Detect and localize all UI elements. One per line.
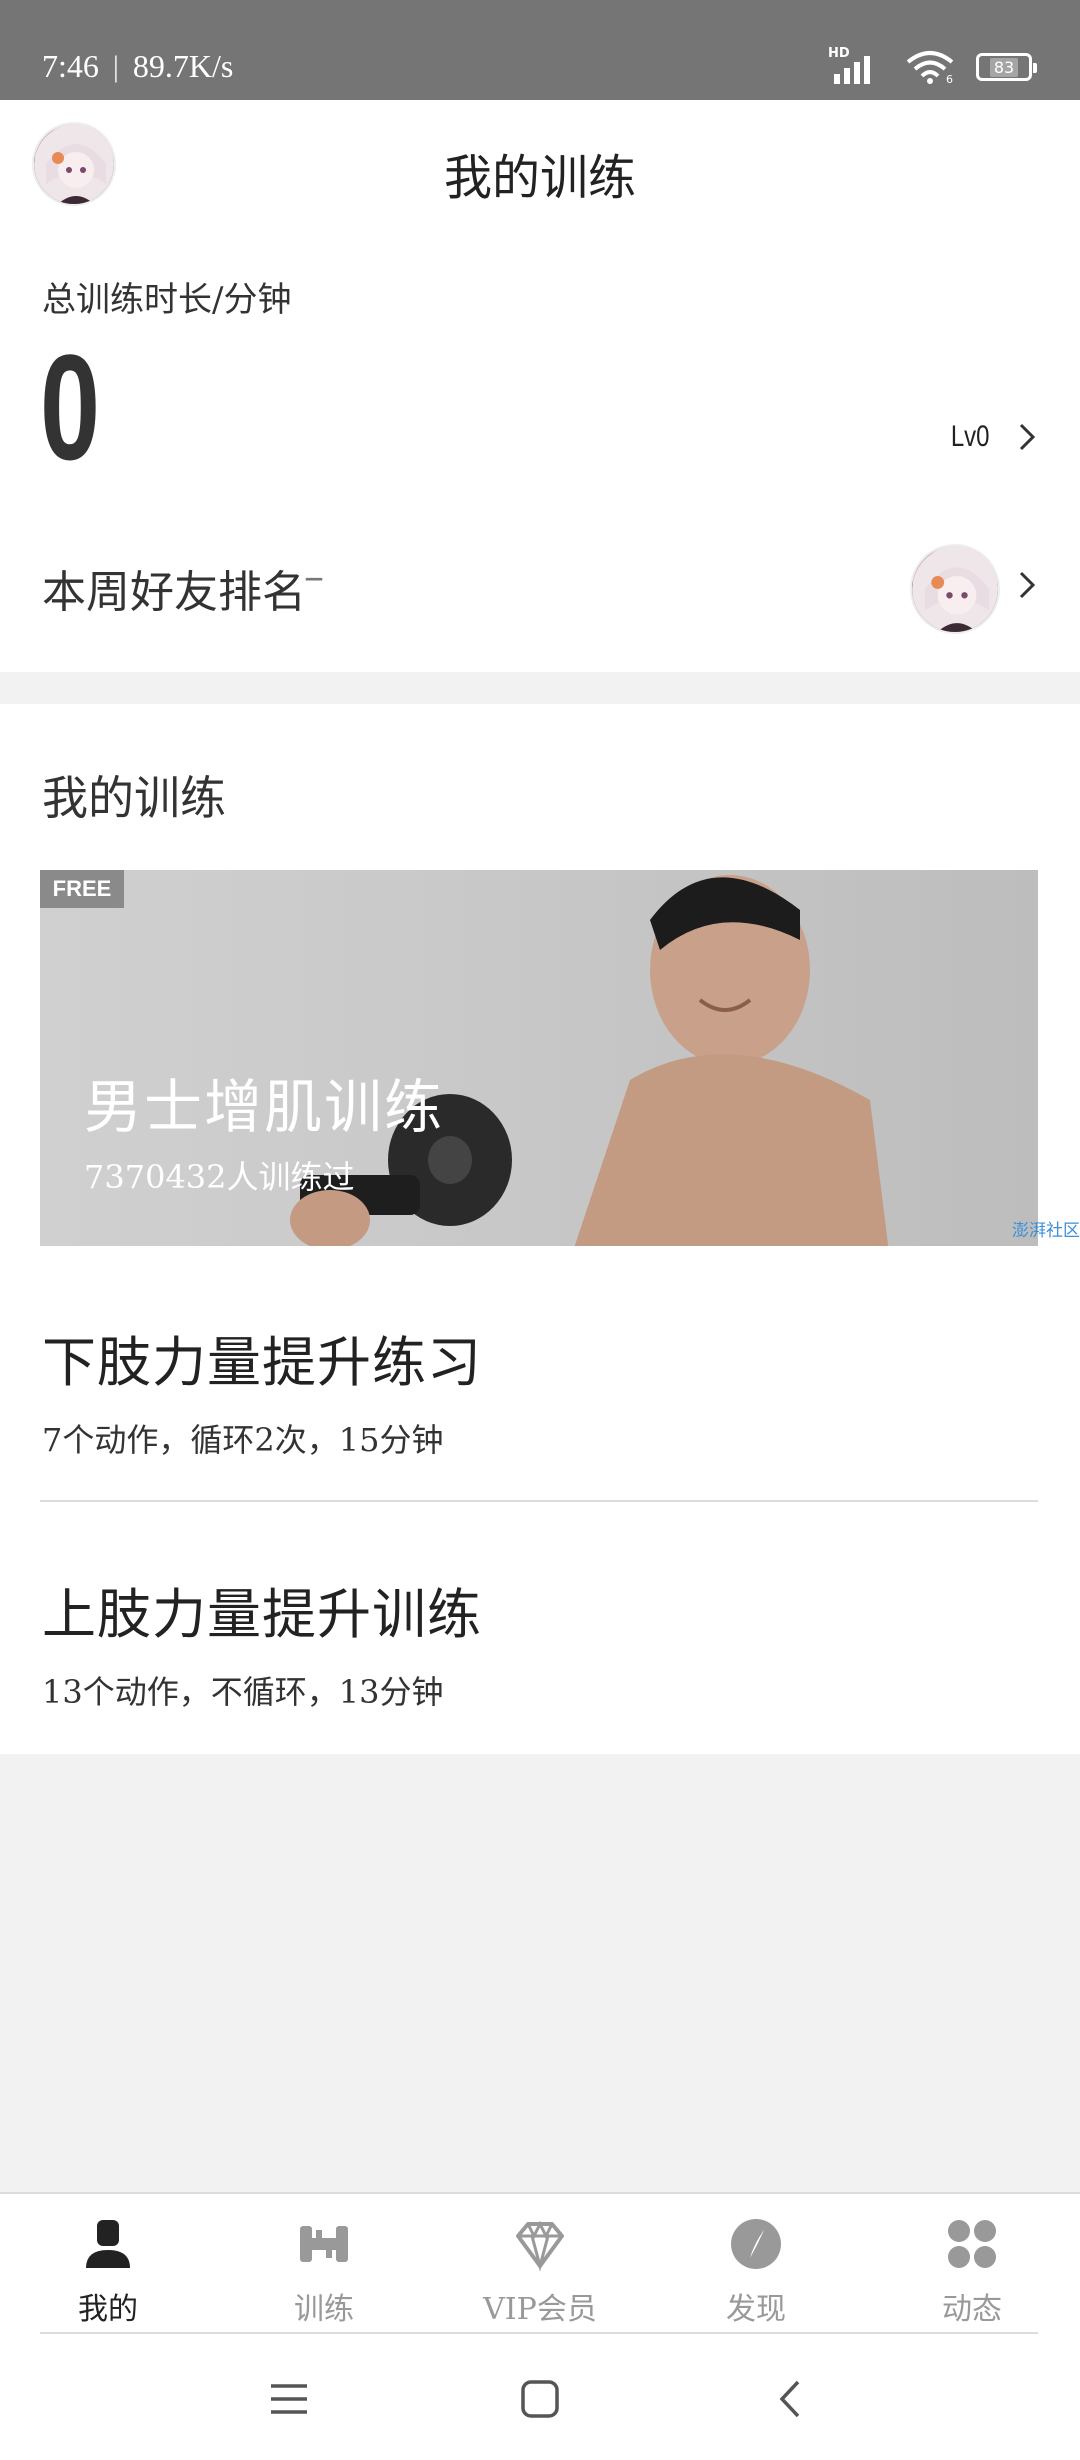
program-detail: 7个动作，循环2次，15分钟 bbox=[42, 1421, 444, 1459]
bottom-nav: 我的 训练 VIP会员 发现 动态 bbox=[0, 2192, 1080, 2334]
status-bar: 7:46 | 89.7K/s HD 6 83 bbox=[0, 0, 1080, 100]
program-title: 上肢力量提升训练 bbox=[42, 1583, 482, 1646]
nav-label: 发现 bbox=[726, 2292, 786, 2327]
my-training-section: 我的训练 FREE 男士增肌训练 7370432人训练过 澎湃社区 下肢力量提升… bbox=[0, 704, 1080, 1754]
nav-item-training[interactable]: 训练 bbox=[254, 2216, 394, 2328]
chevron-right-icon bbox=[1019, 423, 1036, 451]
featured-training-banner[interactable]: FREE 男士增肌训练 7370432人训练过 bbox=[40, 870, 1038, 1246]
battery-icon: 83 bbox=[976, 53, 1037, 81]
dumbbell-icon bbox=[300, 2226, 348, 2262]
nav-item-vip[interactable]: VIP会员 bbox=[470, 2216, 610, 2328]
status-time: 7:46 bbox=[42, 48, 99, 84]
program-title: 下肢力量提升练习 bbox=[42, 1331, 482, 1394]
friends-ranking-label: 本周好友排名 bbox=[42, 567, 306, 618]
status-separator: | bbox=[112, 49, 119, 83]
nav-item-feed[interactable]: 动态 bbox=[902, 2216, 1042, 2328]
nav-label: 我的 bbox=[78, 2292, 138, 2327]
featured-training-title: 男士增肌训练 bbox=[84, 1073, 445, 1141]
summary-card: 我的训练 总训练时长/分钟 0 Lv0 本周好友排名 – bbox=[0, 100, 1080, 672]
section-title: 我的训练 bbox=[42, 771, 226, 825]
status-net-speed: 89.7K/s bbox=[132, 48, 234, 84]
level-link[interactable]: Lv0 bbox=[946, 420, 1042, 454]
program-item-upper-body[interactable]: 上肢力量提升训练 13个动作，不循环，13分钟 bbox=[42, 1570, 1040, 1713]
battery-level: 83 bbox=[989, 57, 1019, 77]
free-badge: FREE bbox=[40, 870, 124, 908]
program-divider bbox=[40, 1500, 1038, 1502]
page-title: 我的训练 bbox=[443, 150, 636, 206]
status-right: HD 6 83 bbox=[828, 46, 1037, 84]
compass-icon bbox=[731, 2219, 781, 2269]
wifi-sub: 6 bbox=[946, 73, 953, 84]
total-duration-value: 0 bbox=[40, 323, 101, 491]
diamond-icon bbox=[516, 2220, 564, 2272]
friends-ranking-row[interactable]: 本周好友排名 – bbox=[0, 530, 1080, 640]
chevron-right-icon bbox=[1019, 571, 1036, 599]
home-icon[interactable] bbox=[515, 2374, 565, 2424]
nav-label: VIP会员 bbox=[483, 2292, 597, 2327]
menu-icon[interactable] bbox=[264, 2374, 314, 2424]
program-item-lower-body[interactable]: 下肢力量提升练习 7个动作，循环2次，15分钟 bbox=[42, 1318, 1040, 1461]
total-duration-label: 总训练时长/分钟 bbox=[42, 280, 292, 320]
back-icon[interactable] bbox=[766, 2374, 816, 2424]
nav-item-mine[interactable]: 我的 bbox=[38, 2216, 178, 2328]
system-nav-bar bbox=[0, 2334, 1080, 2460]
nav-item-discover[interactable]: 发现 bbox=[686, 2216, 826, 2328]
friend-avatar bbox=[910, 544, 1000, 634]
featured-training-count: 7370432人训练过 bbox=[84, 1158, 355, 1196]
friends-ranking-value: – bbox=[304, 554, 324, 600]
wifi-icon: 6 bbox=[906, 51, 954, 84]
level-label: Lv0 bbox=[950, 420, 990, 453]
nav-label: 动态 bbox=[942, 2292, 1002, 2327]
dots-icon bbox=[948, 2220, 996, 2268]
program-detail: 13个动作，不循环，13分钟 bbox=[42, 1673, 444, 1711]
person-icon bbox=[86, 2220, 130, 2268]
athlete-image bbox=[574, 875, 889, 1246]
watermark: 澎湃社区 bbox=[1012, 1221, 1080, 1241]
signal-icon: HD bbox=[828, 46, 884, 84]
nav-label: 训练 bbox=[294, 2292, 354, 2327]
status-left: 7:46 | 89.7K/s bbox=[42, 48, 233, 85]
